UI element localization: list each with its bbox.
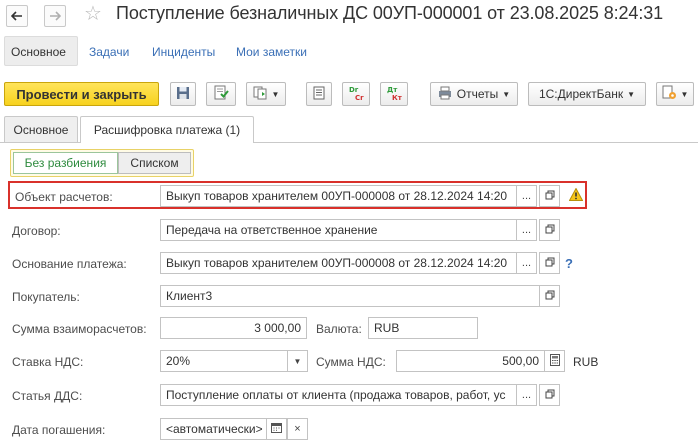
more-actions-button[interactable]: ▼ [656, 82, 694, 106]
tab-main[interactable]: Основное [4, 116, 78, 142]
debit-credit-ru-icon: Дт Кт [384, 85, 404, 104]
document-list-button[interactable] [306, 82, 332, 106]
select-button[interactable]: ... [516, 252, 537, 274]
help-icon[interactable]: ? [565, 256, 573, 271]
chevron-down-icon: ▼ [680, 89, 689, 99]
open-button[interactable] [539, 252, 560, 274]
payment-basis-label: Основание платежа: [12, 257, 127, 271]
currency-label: Валюта: [316, 322, 362, 336]
cash-flow-item-label: Статья ДДС: [12, 389, 83, 403]
vat-rate-label: Ставка НДС: [12, 355, 84, 369]
directbank-label: 1С:ДиректБанк [538, 87, 624, 101]
no-split-toggle[interactable]: Без разбиения [13, 152, 118, 174]
vat-rate-dropdown-button[interactable]: ▼ [287, 350, 308, 372]
contract-field[interactable]: Передача на ответственное хранение [160, 219, 517, 241]
open-icon [545, 190, 555, 203]
reports-label: Отчеты [456, 87, 499, 101]
buyer-field[interactable]: Клиент3 [160, 285, 540, 307]
window-title: Поступление безналичных ДС 00УП-000001 о… [116, 3, 664, 23]
calculator-button[interactable] [544, 350, 565, 372]
open-button[interactable] [539, 219, 560, 241]
calendar-button[interactable] [266, 418, 287, 440]
clear-button[interactable]: × [287, 418, 308, 440]
section-main[interactable]: Основное [11, 45, 66, 59]
warning-triangle-icon[interactable] [568, 187, 584, 204]
floppy-icon [176, 86, 190, 103]
arrow-left-icon [10, 9, 23, 24]
debit-credit-icon: Dr Cr [346, 85, 366, 104]
calculator-icon [549, 353, 560, 369]
directbank-button[interactable]: 1С:ДиректБанк ▼ [528, 82, 646, 106]
svg-text:Dr: Dr [349, 86, 359, 94]
buyer-label: Покупатель: [12, 290, 80, 304]
settlement-amount-field[interactable]: 3 000,00 [160, 317, 307, 339]
chevron-down-icon: ▼ [627, 89, 636, 99]
star-icon[interactable]: ☆ [84, 2, 102, 26]
payment-basis-field[interactable]: Выкуп товаров хранителем 00УП-000008 от … [160, 252, 517, 274]
contract-label: Договор: [12, 224, 61, 238]
open-button[interactable] [539, 185, 560, 207]
forward-button[interactable] [44, 5, 66, 27]
arrow-right-icon [49, 9, 62, 24]
open-button[interactable] [539, 384, 560, 406]
post-and-close-button[interactable]: Провести и закрыть [4, 82, 159, 106]
currency-field[interactable]: RUB [368, 317, 478, 339]
vat-amount-label: Сумма НДС: [316, 355, 386, 369]
open-icon [545, 257, 555, 270]
list-icon [313, 86, 325, 103]
document-gear-icon [662, 85, 677, 103]
post-document-icon [213, 85, 229, 104]
section-tasks[interactable]: Задачи [89, 45, 129, 59]
select-button[interactable]: ... [516, 384, 537, 406]
select-button[interactable]: ... [516, 185, 537, 207]
print-icon [438, 86, 452, 103]
chevron-down-icon: ▼ [502, 89, 511, 99]
settlement-object-label: Объект расчетов: [15, 190, 113, 204]
open-icon [545, 290, 555, 303]
section-notes[interactable]: Мои заметки [236, 45, 307, 59]
vat-amount-field[interactable]: 500,00 [396, 350, 545, 372]
chevron-down-icon: ▼ [271, 89, 280, 99]
close-icon: × [294, 423, 301, 435]
svg-text:Дт: Дт [387, 86, 398, 94]
due-date-field[interactable]: <автоматически> [160, 418, 267, 440]
due-date-label: Дата погашения: [12, 423, 106, 437]
open-icon [545, 224, 555, 237]
chevron-down-icon: ▼ [293, 356, 302, 366]
save-button[interactable] [170, 82, 196, 106]
open-button[interactable] [539, 285, 560, 307]
create-based-on-button[interactable]: ▼ [246, 82, 286, 106]
calendar-icon [271, 422, 282, 436]
back-button[interactable] [6, 5, 28, 27]
list-toggle[interactable]: Списком [118, 152, 191, 174]
settlement-object-field[interactable]: Выкуп товаров хранителем 00УП-000008 от … [160, 185, 517, 207]
cash-flow-item-field[interactable]: Поступление оплаты от клиента (продажа т… [160, 384, 517, 406]
vat-rate-field[interactable]: 20% [160, 350, 288, 372]
select-button[interactable]: ... [516, 219, 537, 241]
post-button[interactable] [206, 82, 236, 106]
settlement-amount-label: Сумма взаиморасчетов: [12, 322, 147, 336]
create-based-on-icon [253, 85, 268, 103]
section-incidents[interactable]: Инциденты [152, 45, 215, 59]
reports-button[interactable]: Отчеты ▼ [430, 82, 518, 106]
vat-currency-label: RUB [573, 355, 599, 369]
dt-kt-button[interactable]: Дт Кт [380, 82, 408, 106]
svg-text:Cr: Cr [355, 94, 364, 101]
dr-cr-button[interactable]: Dr Cr [342, 82, 370, 106]
svg-text:Кт: Кт [392, 94, 403, 101]
tab-payment-breakdown[interactable]: Расшифровка платежа (1) [80, 116, 254, 143]
open-icon [545, 389, 555, 402]
